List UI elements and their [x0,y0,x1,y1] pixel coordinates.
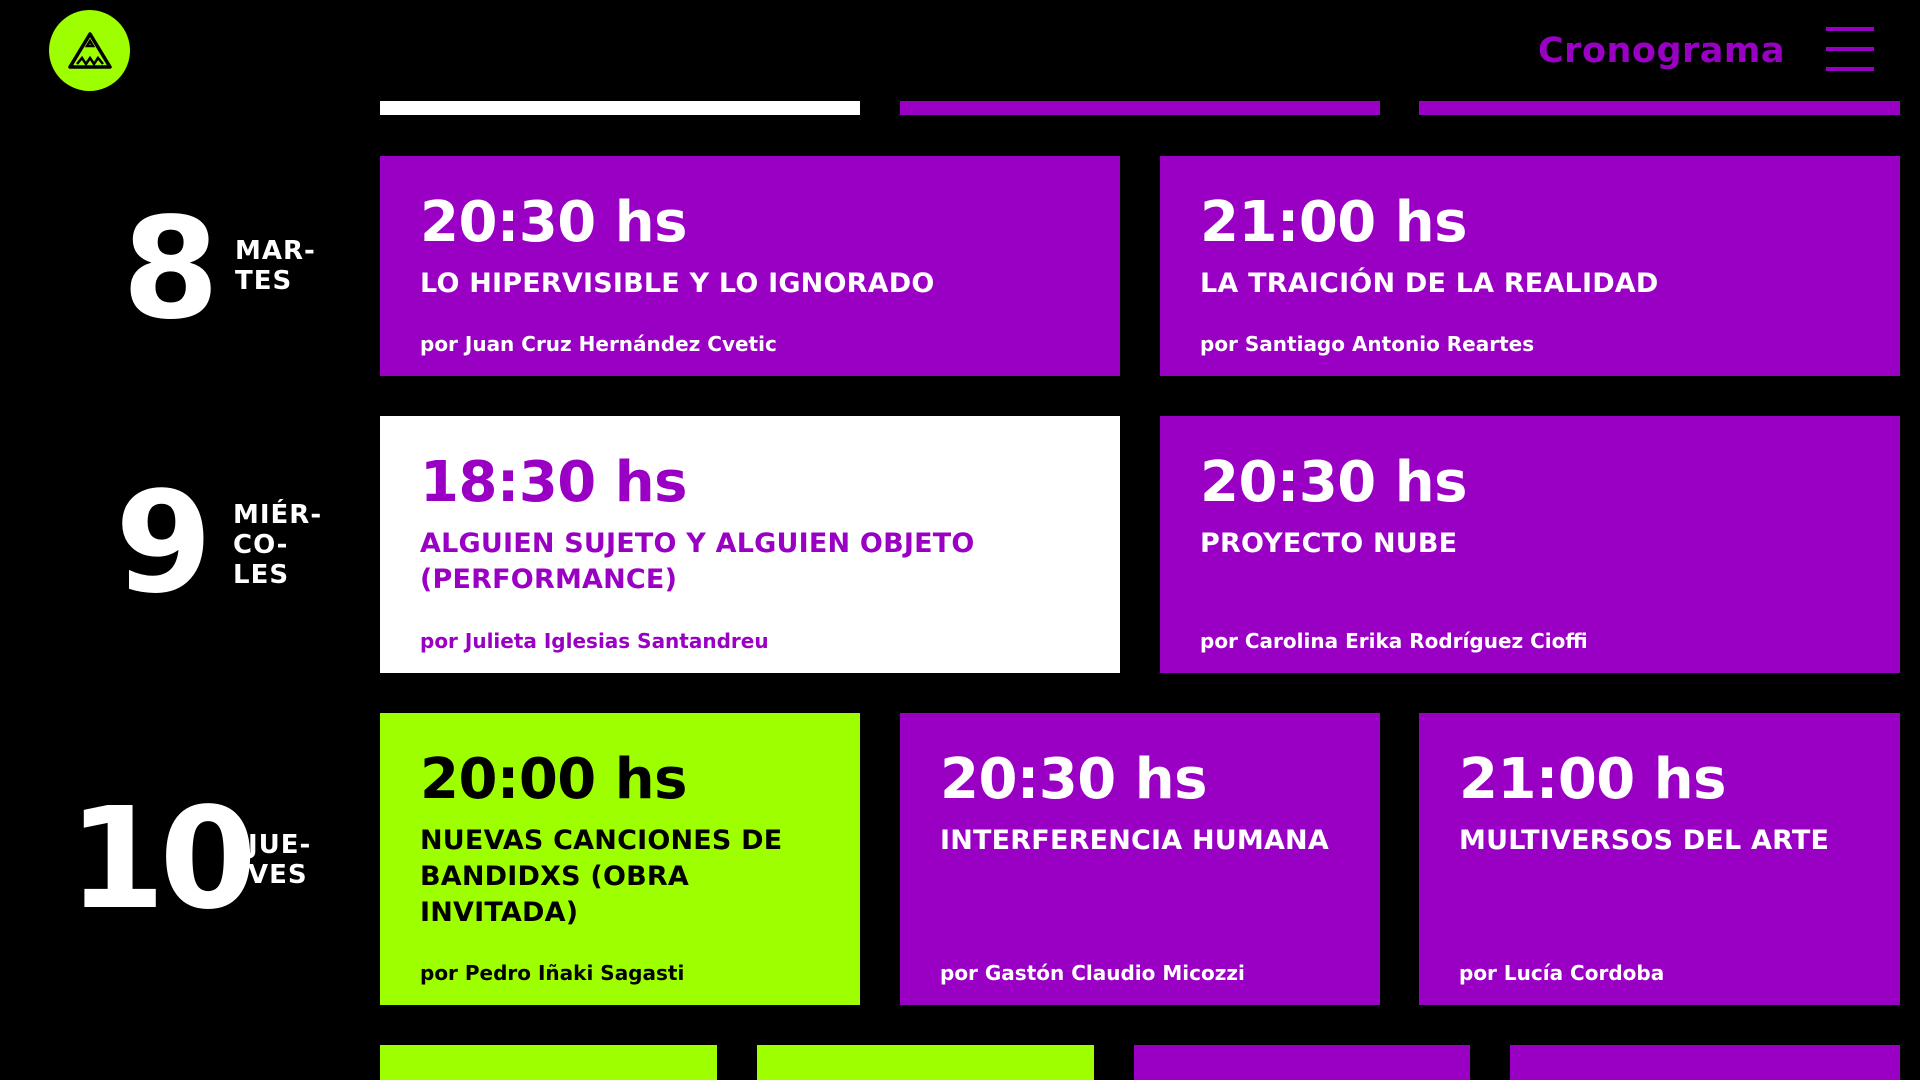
event-author: por Lucía Cordoba [1459,961,1665,985]
day-name-line: JUE- [248,830,312,860]
event-author: por Julieta Iglesias Santandreu [420,629,769,653]
day-name: MIÉR- CO- LES [233,500,353,590]
event-time: 18:30 hs [420,450,687,515]
previous-event-card[interactable] [380,101,860,115]
hamburger-menu-icon[interactable] [1826,27,1874,73]
event-card[interactable]: 20:30 hs PROYECTO NUBE por Carolina Erik… [1160,416,1900,673]
event-card[interactable]: 20:00 hs NUEVAS CANCIONES DE BANDIDXS (O… [380,713,860,1005]
day-name-line: MIÉR- [233,500,323,530]
event-time: 20:30 hs [420,190,687,255]
next-event-card[interactable] [380,1045,717,1080]
event-time: 21:00 hs [1459,747,1726,812]
home-logo[interactable] [49,10,130,91]
event-author: por Juan Cruz Hernández Cvetic [420,332,777,356]
day-number: 9 [115,462,212,625]
event-card[interactable]: 20:30 hs INTERFERENCIA HUMANA por Gastón… [900,713,1380,1005]
event-title: LA TRAICIÓN DE LA REALIDAD [1200,268,1659,299]
event-card[interactable]: 21:00 hs MULTIVERSOS DEL ARTE por Lucía … [1419,713,1900,1005]
event-title: INTERFERENCIA HUMANA [940,825,1329,856]
day-name-line: MAR- [235,236,316,266]
event-title: MULTIVERSOS DEL ARTE [1459,825,1830,856]
event-title: ALGUIEN SUJETO Y ALGUIEN OBJETO (PERFORM… [420,528,975,595]
event-time: 20:00 hs [420,747,687,812]
day-number: 10 [68,778,257,941]
next-event-card[interactable] [757,1045,1094,1080]
event-card[interactable]: 18:30 hs ALGUIEN SUJETO Y ALGUIEN OBJETO… [380,416,1120,673]
day-number: 8 [122,188,219,351]
event-card[interactable]: 21:00 hs LA TRAICIÓN DE LA REALIDAD por … [1160,156,1900,376]
previous-event-card[interactable] [900,101,1380,115]
event-title: PROYECTO NUBE [1200,528,1458,559]
day-name-line: VES [248,860,308,890]
event-title: LO HIPERVISIBLE Y LO IGNORADO [420,268,935,299]
page-title-link[interactable]: Cronograma [1538,28,1785,74]
event-time: 20:30 hs [940,747,1207,812]
day-name: MAR- TES [235,236,355,296]
event-author: por Carolina Erika Rodríguez Cioffi [1200,629,1588,653]
triangle-eye-logo-icon [67,31,112,69]
previous-event-card[interactable] [1419,101,1900,115]
day-name-line: TES [235,266,293,296]
event-author: por Santiago Antonio Reartes [1200,332,1535,356]
event-card[interactable]: 20:30 hs LO HIPERVISIBLE Y LO IGNORADO p… [380,156,1120,376]
event-title: NUEVAS CANCIONES DE BANDIDXS (OBRA INVIT… [420,825,783,928]
day-name-line: LES [233,560,290,590]
event-author: por Gastón Claudio Micozzi [940,961,1245,985]
day-name: JUE- VES [248,830,368,890]
event-author: por Pedro Iñaki Sagasti [420,961,685,985]
day-name-line: CO- [233,530,289,560]
event-time: 21:00 hs [1200,190,1467,255]
event-time: 20:30 hs [1200,450,1467,515]
next-event-card[interactable] [1134,1045,1470,1080]
next-event-card[interactable] [1510,1045,1900,1080]
